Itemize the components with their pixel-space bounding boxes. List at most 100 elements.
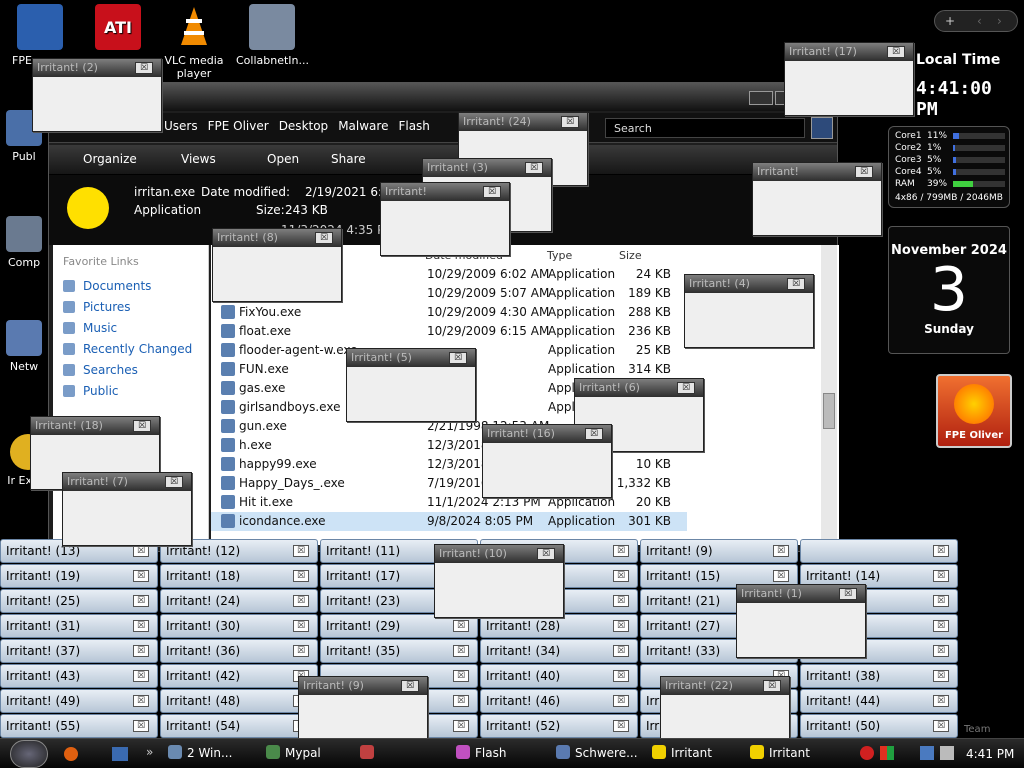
security-icon[interactable] bbox=[860, 746, 874, 760]
irritant-window-tab[interactable]: Irritant! (50) ☒ bbox=[800, 714, 958, 738]
irritant-window-tab[interactable]: Irritant! (25) ☒ bbox=[0, 589, 158, 613]
close-icon[interactable]: ☒ bbox=[483, 186, 501, 198]
close-icon[interactable]: ☒ bbox=[133, 720, 149, 732]
start-button[interactable] bbox=[10, 740, 48, 768]
irritant-popup[interactable]: Irritant! (5) ☒ bbox=[346, 348, 476, 422]
breadcrumb-users[interactable]: Users bbox=[164, 119, 198, 133]
open-button[interactable]: Open bbox=[267, 152, 299, 166]
irritant-window-tab[interactable]: Irritant! (54)☒ bbox=[160, 714, 318, 738]
file-row[interactable]: icondance.exe 9/8/2024 8:05 PM Application… bbox=[211, 512, 687, 531]
cpu-meter-gadget[interactable]: Core1 11% Core2 1% Core3 5% Core4 5% RAM 39% 4x86… bbox=[888, 126, 1010, 208]
irritant-popup[interactable]: Irritant! (4) ☒ bbox=[684, 274, 814, 348]
volume-muted-icon[interactable] bbox=[940, 746, 954, 760]
file-row[interactable]: FixYou.exe 10/29/2009 4:30 AM Application 2… bbox=[211, 303, 691, 322]
file-row[interactable]: Hit it.exe 11/1/2024 2:13 PM Application 20… bbox=[211, 493, 691, 512]
close-icon[interactable]: ☒ bbox=[787, 278, 805, 290]
title-bar[interactable] bbox=[49, 83, 837, 111]
irritant-window-tab[interactable]: Irritant! (18) ☒ bbox=[160, 564, 318, 588]
close-icon[interactable]: ☒ bbox=[933, 695, 949, 707]
close-icon[interactable]: ☒ bbox=[933, 620, 949, 632]
taskbar-item[interactable]: Schwere... bbox=[556, 745, 638, 765]
irritant-window-tab[interactable]: Irritant! (19) ☒ bbox=[0, 564, 158, 588]
close-icon[interactable]: ☒ bbox=[537, 548, 555, 560]
irritant-window-tab[interactable]: Irritant! (42)☒ bbox=[160, 664, 318, 688]
file-row[interactable]: float.exe 10/29/2009 6:15 AM Application 23… bbox=[211, 322, 691, 341]
irritant-window-tab[interactable]: Irritant! (31) ☒ bbox=[0, 614, 158, 638]
close-icon[interactable]: ☒ bbox=[933, 570, 949, 582]
quicklaunch-chevron-icon[interactable]: » bbox=[146, 745, 153, 759]
network-icon[interactable] bbox=[920, 746, 934, 760]
close-icon[interactable]: ☒ bbox=[453, 670, 469, 682]
organize-button[interactable]: Organize bbox=[83, 152, 137, 166]
taskbar-clock[interactable]: 4:41 PM bbox=[966, 747, 1014, 761]
column-size[interactable]: Size bbox=[619, 249, 642, 262]
close-icon[interactable]: ☒ bbox=[293, 570, 309, 582]
close-icon[interactable]: ☒ bbox=[677, 382, 695, 394]
close-icon[interactable]: ☒ bbox=[763, 680, 781, 692]
close-icon[interactable]: ☒ bbox=[585, 428, 603, 440]
next-button[interactable]: › bbox=[997, 11, 1002, 31]
scrollbar[interactable] bbox=[821, 245, 837, 545]
close-icon[interactable]: ☒ bbox=[613, 645, 629, 657]
taskbar-item[interactable]: 2 Win... bbox=[168, 745, 232, 765]
desktop-icon-vlc[interactable]: VLC media player bbox=[158, 4, 230, 80]
close-icon[interactable]: ☒ bbox=[133, 595, 149, 607]
close-icon[interactable]: ☒ bbox=[133, 645, 149, 657]
popup-title-bar[interactable]: Irritant! (24) ☒ bbox=[459, 113, 587, 131]
close-icon[interactable]: ☒ bbox=[855, 166, 873, 178]
popup-title-bar[interactable]: Irritant! (5) ☒ bbox=[347, 349, 475, 367]
fav-searches[interactable]: Searches bbox=[53, 360, 208, 381]
close-icon[interactable]: ☒ bbox=[449, 352, 467, 364]
search-icon[interactable] bbox=[811, 117, 833, 139]
close-icon[interactable]: ☒ bbox=[133, 545, 149, 557]
close-icon[interactable]: ☒ bbox=[453, 620, 469, 632]
calendar-gadget[interactable]: November 2024 3 Sunday bbox=[888, 226, 1010, 354]
irritant-popup[interactable]: Irritant! (2) ☒ bbox=[32, 58, 162, 132]
taskbar-item[interactable]: Irritant bbox=[652, 745, 712, 765]
irritant-popup[interactable]: Irritant! (10) ☒ bbox=[434, 544, 564, 618]
views-button[interactable]: Views bbox=[181, 152, 216, 166]
close-icon[interactable]: ☒ bbox=[453, 720, 469, 732]
close-icon[interactable]: ☒ bbox=[613, 670, 629, 682]
close-icon[interactable]: ☒ bbox=[613, 570, 629, 582]
address-bar[interactable]: Users FPE Oliver Desktop Malware Flash S… bbox=[49, 113, 837, 143]
firefox-icon[interactable] bbox=[64, 747, 78, 761]
close-icon[interactable]: ☒ bbox=[133, 670, 149, 682]
close-icon[interactable]: ☒ bbox=[887, 46, 905, 58]
irritant-popup[interactable]: Irritant! (16) ☒ bbox=[482, 424, 612, 498]
close-icon[interactable]: ☒ bbox=[613, 720, 629, 732]
windows-flag-icon[interactable] bbox=[880, 746, 894, 760]
close-icon[interactable]: ☒ bbox=[133, 695, 149, 707]
irritant-window-tab[interactable]: Irritant! (49) ☒ bbox=[0, 689, 158, 713]
close-icon[interactable]: ☒ bbox=[293, 645, 309, 657]
irritant-window-tab[interactable]: Irritant! (52) ☒ bbox=[480, 714, 638, 738]
irritant-popup[interactable]: Irritant! ☒ bbox=[752, 162, 882, 236]
popup-title-bar[interactable]: Irritant! (8) ☒ bbox=[213, 229, 341, 247]
irritant-window-tab[interactable]: ☒ bbox=[800, 539, 958, 563]
share-button[interactable]: Share bbox=[331, 152, 366, 166]
close-icon[interactable]: ☒ bbox=[525, 162, 543, 174]
irritant-popup[interactable]: Irritant! ☒ bbox=[380, 182, 510, 256]
irritant-window-tab[interactable]: Irritant! (40) ☒ bbox=[480, 664, 638, 688]
popup-title-bar[interactable]: Irritant! (16) ☒ bbox=[483, 425, 611, 443]
irritant-window-tab[interactable]: Irritant! (9) ☒ bbox=[640, 539, 798, 563]
fav-music[interactable]: Music bbox=[53, 318, 208, 339]
irritant-window-tab[interactable]: Irritant! (30) ☒ bbox=[160, 614, 318, 638]
popup-title-bar[interactable]: Irritant! (22) ☒ bbox=[661, 677, 789, 695]
close-icon[interactable]: ☒ bbox=[133, 620, 149, 632]
popup-title-bar[interactable]: Irritant! (1) ☒ bbox=[737, 585, 865, 603]
taskbar-item[interactable]: Flash bbox=[456, 745, 506, 765]
popup-title-bar[interactable]: Irritant! (3) ☒ bbox=[423, 159, 551, 177]
irritant-window-tab[interactable]: Irritant! (35) ☒ bbox=[320, 639, 478, 663]
user-tile[interactable]: FPE Oliver bbox=[936, 374, 1012, 448]
close-icon[interactable]: ☒ bbox=[933, 670, 949, 682]
close-icon[interactable]: ☒ bbox=[933, 720, 949, 732]
close-icon[interactable]: ☒ bbox=[933, 595, 949, 607]
fav-documents[interactable]: Documents bbox=[53, 276, 208, 297]
irritant-window-tab[interactable]: Irritant! (38) ☒ bbox=[800, 664, 958, 688]
close-icon[interactable]: ☒ bbox=[933, 645, 949, 657]
popup-title-bar[interactable]: Irritant! ☒ bbox=[753, 163, 881, 181]
add-gadget-button[interactable]: + bbox=[945, 11, 955, 31]
taskbar-item[interactable]: Mypal bbox=[266, 745, 321, 765]
popup-title-bar[interactable]: Irritant! (9) ☒ bbox=[299, 677, 427, 695]
